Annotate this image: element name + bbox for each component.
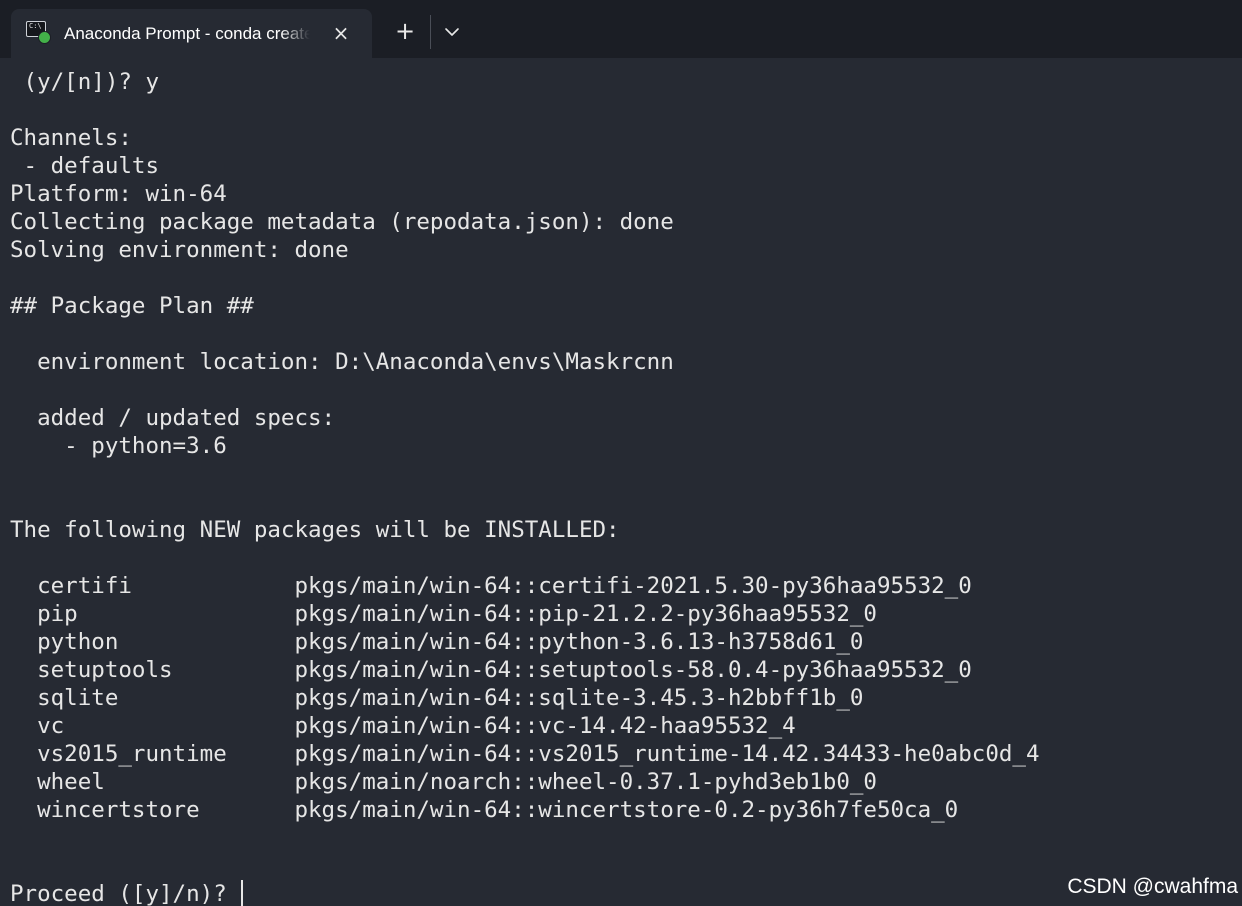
terminal-line: python pkgs/main/win-64::python-3.6.13-h… [10,629,864,655]
terminal-output[interactable]: (y/[n])? y Channels: - defaults Platform: … [10,68,1240,906]
close-tab-icon[interactable]: × [329,21,353,45]
terminal-line: Platform: win-64 [10,181,227,207]
terminal-line: added / updated specs: [10,405,336,431]
terminal-line: ## Package Plan ## [10,293,254,319]
terminal-line: environment location: D:\Anaconda\envs\M… [10,349,674,375]
terminal-line: - defaults [10,153,160,179]
tab-bar: C:\ Anaconda Prompt - conda create -n Ma… [0,0,1242,58]
terminal-line: certifi pkgs/main/win-64::certifi-2021.5… [10,573,972,599]
tab-anaconda-prompt[interactable]: C:\ Anaconda Prompt - conda create -n Ma… [11,9,372,58]
terminal-line: Solving environment: done [10,237,349,263]
terminal-line: Channels: [10,125,132,151]
terminal-line: (y/[n])? y [10,69,160,95]
terminal-line: setuptools pkgs/main/win-64::setuptools-… [10,657,972,683]
tab-separator [430,15,431,49]
terminal-line: Collecting package metadata (repodata.js… [10,209,674,235]
chevron-down-icon[interactable] [437,17,467,47]
terminal-line: wincertstore pkgs/main/win-64::wincertst… [10,797,959,823]
terminal-line: vc pkgs/main/win-64::vc-14.42-haa95532_4 [10,713,796,739]
terminal-line: The following NEW packages will be INSTA… [10,517,620,543]
prompt-glyph: C:\ [29,22,42,30]
terminal-line: - python=3.6 [10,433,227,459]
prompt-line[interactable]: Proceed ([y]/n)? [10,880,1240,906]
new-tab-icon[interactable]: + [390,17,420,47]
terminal-line: wheel pkgs/main/noarch::wheel-0.37.1-pyh… [10,769,877,795]
terminal-window: C:\ Anaconda Prompt - conda create -n Ma… [0,0,1242,906]
tab-title: Anaconda Prompt - conda create -n Maskrc… [64,24,310,43]
anaconda-badge-icon [38,31,51,44]
terminal-line: vs2015_runtime pkgs/main/win-64::vs2015_… [10,741,1040,767]
anaconda-prompt-icon: C:\ [26,21,51,44]
watermark: CSDN @cwahfma [1067,875,1238,898]
text-cursor [241,880,244,906]
terminal-line: pip pkgs/main/win-64::pip-21.2.2-py36haa… [10,601,877,627]
terminal-line: sqlite pkgs/main/win-64::sqlite-3.45.3-h… [10,685,864,711]
prompt-text: Proceed ([y]/n)? [10,881,241,906]
